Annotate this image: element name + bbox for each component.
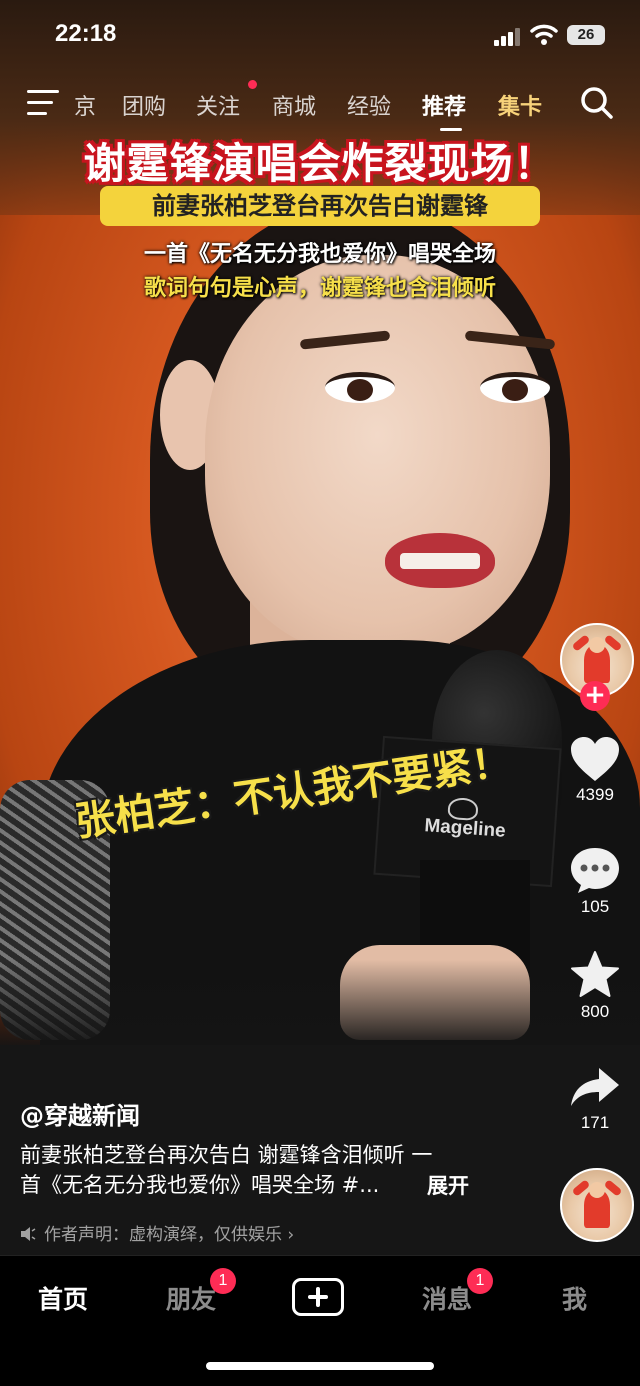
tab-guanzhu[interactable]: 关注: [196, 89, 240, 121]
tab-tuangou[interactable]: 团购: [122, 89, 166, 121]
wifi-icon: [530, 24, 558, 45]
guanzhu-notification-dot: [248, 80, 257, 89]
post-description: 前妻张柏芝登台再次告白 谢霆锋含泪倾听 一 首《无名无分我也爱你》唱哭全场 #.…: [20, 1140, 480, 1200]
tab-home[interactable]: 首页: [38, 1280, 88, 1316]
star-icon: [571, 951, 619, 997]
status-bar: 22:18 26: [0, 0, 640, 70]
tab-jingyan[interactable]: 经验: [347, 89, 391, 121]
tab-friends[interactable]: 朋友: [166, 1280, 216, 1316]
create-post-button[interactable]: [292, 1278, 344, 1316]
post-description-line-2: 首《无名无分我也爱你》唱哭全场 #...: [20, 1173, 380, 1197]
right-eye: [480, 372, 550, 403]
person-teeth: [400, 553, 480, 569]
tab-jing[interactable]: 京: [74, 89, 96, 121]
share-button[interactable]: 171: [560, 1065, 630, 1133]
search-icon[interactable]: [580, 86, 614, 120]
tab-me[interactable]: 我: [562, 1280, 587, 1316]
friends-badge: 1: [210, 1268, 236, 1294]
like-count: 4399: [576, 785, 614, 804]
share-arrow-icon: [571, 1068, 619, 1106]
video-headline: 谢霆锋演唱会炸裂现场！: [83, 139, 557, 188]
home-indicator: [206, 1362, 434, 1370]
comment-button[interactable]: 105: [560, 845, 630, 917]
comment-icon: [571, 848, 619, 893]
menu-icon[interactable]: [27, 90, 59, 116]
left-eye: [325, 372, 395, 403]
video-subtitle-1: 一首《无名无分我也爱你》唱哭全场: [143, 242, 496, 267]
author-disclaimer[interactable]: 作者声明：虚构演绎，仅供娱乐 ›: [20, 1220, 294, 1245]
tab-tuijian[interactable]: 推荐: [422, 89, 466, 121]
like-button[interactable]: 4399: [560, 735, 630, 805]
follow-plus-button[interactable]: +: [580, 681, 610, 711]
video-banner: 前妻张柏芝登台再次告白谢霆锋: [100, 186, 540, 226]
video-subtitle-2: 歌词句句是心声，谢霆锋也含泪倾听: [143, 276, 496, 301]
status-time: 22:18: [55, 20, 117, 47]
expand-description-button[interactable]: 展开: [427, 1170, 469, 1200]
share-count: 171: [580, 1113, 610, 1132]
messages-badge: 1: [467, 1268, 493, 1294]
favorite-count: 800: [580, 1002, 610, 1021]
favorite-button[interactable]: 800: [560, 950, 630, 1022]
tab-messages[interactable]: 消息: [422, 1280, 472, 1316]
author-handle[interactable]: @穿越新闻: [20, 1096, 140, 1131]
tab-jika[interactable]: 集卡: [498, 89, 542, 121]
comment-count: 105: [580, 897, 610, 916]
video-bottom-shade: [0, 960, 640, 1045]
post-description-line-1: 前妻张柏芝登台再次告白 谢霆锋含泪倾听 一: [20, 1143, 433, 1167]
battery-indicator: 26: [567, 25, 605, 45]
speaker-icon: [21, 1227, 36, 1241]
tab-shangcheng[interactable]: 商城: [272, 89, 316, 121]
music-disc-avatar[interactable]: [560, 1168, 634, 1242]
heart-icon: [571, 737, 619, 781]
disclaimer-text: 作者声明：虚构演绎，仅供娱乐 ›: [44, 1225, 295, 1245]
cellular-signal-icon: [494, 28, 522, 46]
person-face: [205, 255, 550, 655]
